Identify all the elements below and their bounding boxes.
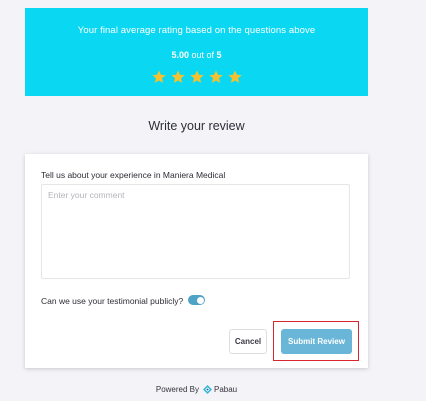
star-icon (170, 69, 186, 87)
star-icon (227, 69, 243, 87)
footer: Powered By Pabau (0, 385, 393, 394)
page-title: Write your review (148, 119, 245, 133)
comment-label: Tell us about your experience in Maniera… (41, 170, 226, 180)
star-rating (25, 69, 368, 87)
public-testimonial-label: Can we use your testimonial publicly? (41, 296, 184, 306)
powered-by-label: Powered By (155, 385, 199, 394)
pabau-logo[interactable]: Pabau (203, 385, 237, 394)
submit-review-button[interactable]: Submit Review (281, 329, 352, 354)
pabau-logo-icon (203, 385, 212, 394)
star-icon (189, 69, 205, 87)
rating-out-of: out of (191, 50, 215, 60)
rating-score-value: 5.00 (171, 50, 189, 60)
public-testimonial-toggle[interactable] (188, 295, 205, 305)
comment-input[interactable] (41, 184, 350, 279)
review-card: Tell us about your experience in Maniera… (25, 154, 368, 368)
rating-score: 5.00 out of 5 (25, 50, 368, 60)
pabau-brand-name: Pabau (214, 385, 238, 394)
star-icon (208, 69, 224, 87)
toggle-knob (196, 296, 204, 304)
rating-banner: Your final average rating based on the q… (25, 8, 368, 96)
star-icon (151, 69, 167, 87)
rating-caption: Your final average rating based on the q… (77, 25, 316, 36)
rating-max-value: 5 (216, 50, 222, 60)
cancel-button[interactable]: Cancel (229, 329, 267, 354)
